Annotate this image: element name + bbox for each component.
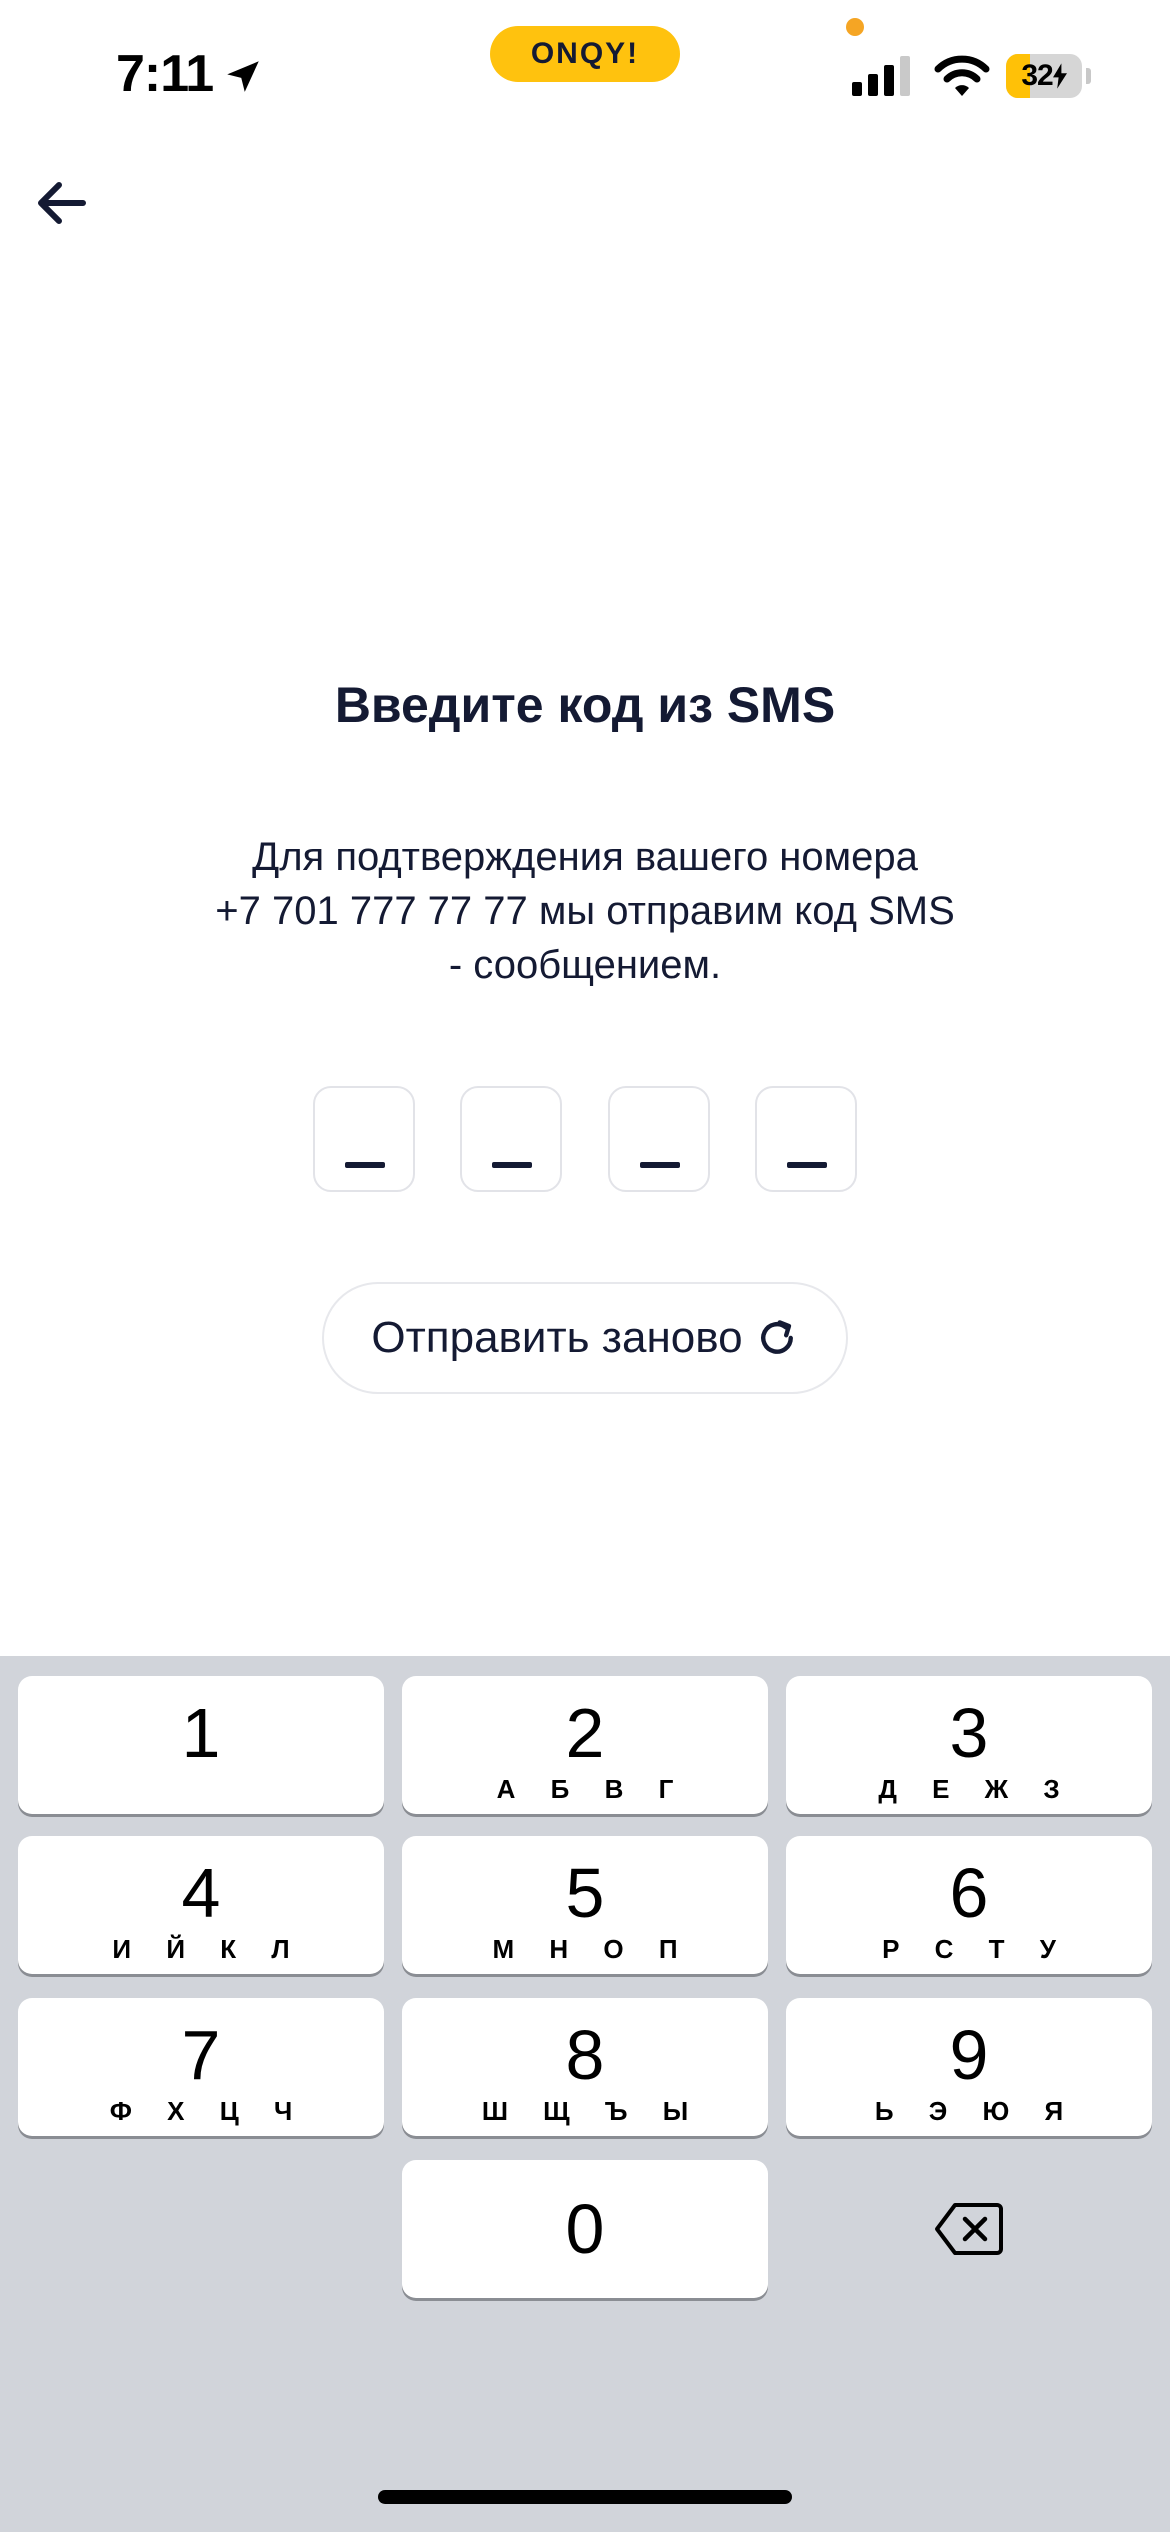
status-bar: 7:11 ONQY! 32 xyxy=(0,0,1170,150)
key-letters: М Н О П xyxy=(492,1934,692,1964)
key-digit: 9 xyxy=(949,2016,989,2094)
key-letters: Ь Э Ю Я xyxy=(874,2096,1078,2126)
key-9[interactable]: 9 Ь Э Ю Я xyxy=(786,1998,1152,2136)
key-letters: Д Е Ж З xyxy=(878,1774,1074,1804)
key-letters: Р С Т У xyxy=(882,1934,1070,1964)
description-line: +7 701 777 77 77 мы отправим код SMS xyxy=(215,889,955,933)
key-2[interactable]: 2 А Б В Г xyxy=(402,1676,768,1814)
resend-label: Отправить заново xyxy=(371,1313,743,1362)
code-digit-2[interactable] xyxy=(460,1086,563,1192)
key-letters: И Й К Л xyxy=(112,1934,304,1964)
page-title: Введите код из SMS xyxy=(334,677,836,733)
key-digit: 5 xyxy=(565,1854,605,1932)
key-digit: 7 xyxy=(181,2016,221,2094)
battery-level-text: 32 xyxy=(1021,59,1053,92)
key-8[interactable]: 8 Ш Щ Ъ Ы xyxy=(402,1998,768,2136)
status-time: 7:11 xyxy=(116,45,214,103)
empty-digit-placeholder xyxy=(492,1162,533,1168)
empty-digit-placeholder xyxy=(786,1162,827,1168)
resend-code-button[interactable]: Отправить заново xyxy=(322,1282,848,1394)
key-digit: 8 xyxy=(565,2016,605,2094)
refresh-icon xyxy=(760,1320,793,1354)
wifi-icon xyxy=(934,55,990,96)
empty-digit-placeholder xyxy=(345,1162,385,1168)
home-indicator[interactable] xyxy=(378,2490,792,2504)
key-7[interactable]: 7 Ф Х Ц Ч xyxy=(18,1998,384,2136)
key-digit: 2 xyxy=(565,1694,605,1772)
sms-code-input[interactable] xyxy=(313,1086,857,1192)
key-digit: 1 xyxy=(181,1694,221,1772)
key-letters: А Б В Г xyxy=(496,1774,688,1804)
key-digit: 6 xyxy=(949,1854,989,1932)
code-digit-1[interactable] xyxy=(313,1086,415,1192)
key-digit: 4 xyxy=(181,1854,221,1932)
key-digit: 3 xyxy=(949,1694,989,1772)
key-4[interactable]: 4 И Й К Л xyxy=(18,1836,384,1974)
key-digit: 0 xyxy=(565,2190,605,2268)
charging-bolt-icon xyxy=(1052,63,1067,89)
brand-text: ONQY! xyxy=(530,37,640,70)
cellular-signal-icon xyxy=(852,56,910,96)
delete-key[interactable] xyxy=(786,2160,1152,2298)
key-0[interactable]: 0 xyxy=(402,2160,768,2298)
battery-indicator: 32 xyxy=(1006,54,1091,98)
back-button[interactable] xyxy=(26,168,96,238)
description-line: Для подтверждения вашего номера xyxy=(252,835,918,879)
code-digit-3[interactable] xyxy=(607,1086,710,1192)
key-letters: Ф Х Ц Ч xyxy=(109,2096,307,2126)
key-5[interactable]: 5 М Н О П xyxy=(402,1836,768,1974)
backspace-icon xyxy=(935,2203,1003,2255)
location-arrow-icon xyxy=(227,61,259,92)
key-1[interactable]: 1 xyxy=(18,1676,384,1814)
code-digit-4[interactable] xyxy=(754,1086,857,1192)
arrow-left-icon xyxy=(38,182,86,224)
key-letters: Ш Щ Ъ Ы xyxy=(481,2096,703,2126)
sms-description: Для подтверждения вашего номера +7 701 7… xyxy=(135,830,1035,992)
key-6[interactable]: 6 Р С Т У xyxy=(786,1836,1152,1974)
brand-badge: ONQY! xyxy=(490,26,680,82)
description-line: - сообщением. xyxy=(448,943,722,987)
privacy-indicator-dot xyxy=(846,18,864,36)
empty-digit-placeholder xyxy=(639,1162,680,1168)
key-3[interactable]: 3 Д Е Ж З xyxy=(786,1676,1152,1814)
